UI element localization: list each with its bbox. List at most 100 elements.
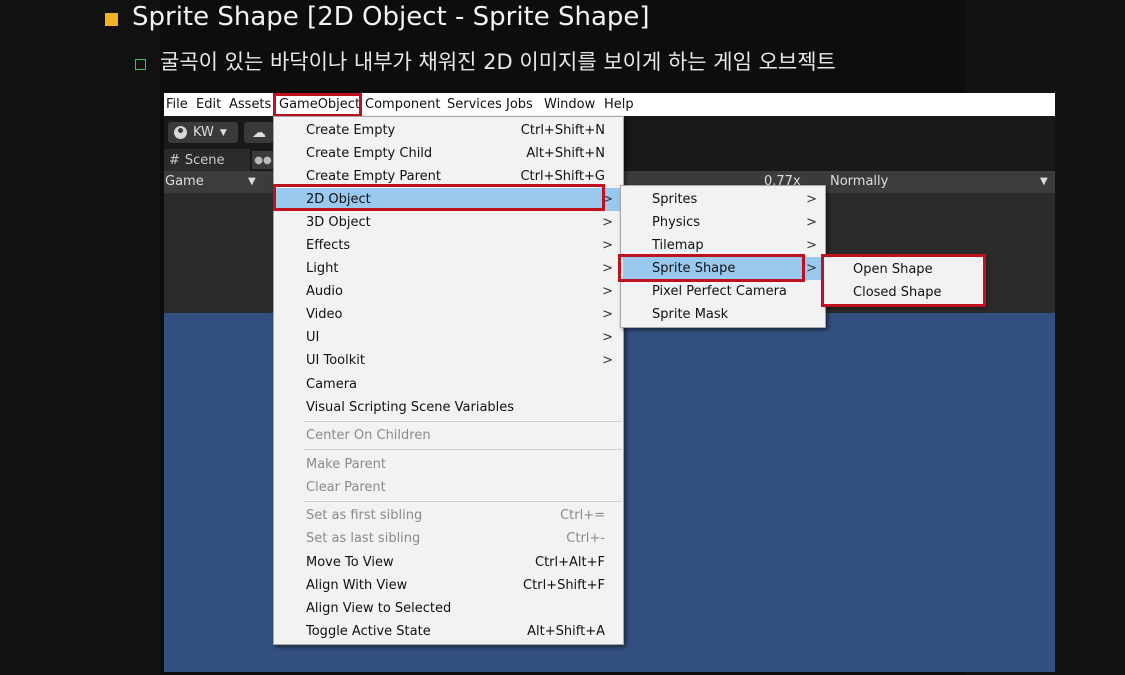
menu-item-create-empty-parent[interactable]: Create Empty Parent Ctrl+Shift+G [274,165,623,188]
menu-item-label: Clear Parent [306,480,386,495]
menu-item-light[interactable]: Light > [274,257,623,280]
chevron-right-icon: > [806,238,817,253]
chevron-right-icon: > [806,215,817,230]
chevron-right-icon: > [602,307,613,322]
menu-edit[interactable]: Edit [194,93,223,116]
menu-help[interactable]: Help [602,93,636,116]
menu-item-clear-parent[interactable]: Clear Parent [274,476,623,499]
menu-item-set-as-last-sibling[interactable]: Set as last sibling Ctrl+- [274,527,623,550]
chevron-down-icon: ▼ [248,176,256,187]
menu-item-audio[interactable]: Audio > [274,280,623,303]
menu-bar: File Edit Assets GameObject Component Se… [164,93,1055,116]
menu-item-move-to-view[interactable]: Move To View Ctrl+Alt+F [274,551,623,574]
chevron-right-icon: > [602,215,613,230]
menu-item-3d-object[interactable]: 3D Object > [274,211,623,234]
menu-item-label: Physics [652,215,701,230]
menu-item-label: 2D Object [306,192,371,207]
menu-item-sprite-mask[interactable]: Sprite Mask [621,303,825,326]
menu-item-label: Video [306,307,343,322]
chevron-right-icon: > [602,238,613,253]
menu-item-effects[interactable]: Effects > [274,234,623,257]
menu-window[interactable]: Window [542,93,597,116]
menu-item-camera[interactable]: Camera [274,373,623,396]
menu-item-label: Set as last sibling [306,531,421,546]
menu-item-toggle-active-state[interactable]: Toggle Active State Alt+Shift+A [274,620,623,643]
menu-item-center-on-children[interactable]: Center On Children [274,424,623,447]
menu-item-create-empty-child[interactable]: Create Empty Child Alt+Shift+N [274,142,623,165]
menu-item-label: 3D Object [306,215,371,230]
chevron-down-icon: ▼ [1040,176,1048,187]
menu-item-label: Pixel Perfect Camera [652,284,787,299]
menu-item-open-shape[interactable]: Open Shape [824,258,983,281]
chevron-right-icon: > [602,330,613,345]
play-mode-dropdown[interactable]: Normally [830,171,888,193]
menu-item-label: Move To View [306,555,394,570]
sprite-shape-submenu: Open Shape Closed Shape [823,256,984,306]
shortcut-label: Ctrl+- [566,531,605,546]
menu-item-ui[interactable]: UI > [274,326,623,349]
shortcut-label: Alt+Shift+N [526,146,605,161]
menu-item-label: Camera [306,377,358,392]
menu-file[interactable]: File [164,93,190,116]
menu-separator [304,449,622,450]
menu-item-pixel-perfect-camera[interactable]: Pixel Perfect Camera [621,280,825,303]
menu-item-physics[interactable]: Physics > [621,211,825,234]
menu-item-label: Closed Shape [853,285,942,300]
chevron-right-icon: > [602,192,613,207]
menu-item-ui-toolkit[interactable]: UI Toolkit > [274,349,623,372]
2d-object-submenu: Sprites > Physics > Tilemap > Sprite Sha… [620,185,826,328]
unity-editor-window: File Edit Assets GameObject Component Se… [164,93,1055,672]
cloud-button[interactable]: ☁ [244,122,274,143]
square-bullet-icon [105,12,118,26]
menu-item-label: Open Shape [853,262,933,277]
menu-jobs[interactable]: Jobs [504,93,535,116]
menu-item-label: Tilemap [652,238,704,253]
menu-item-label: Sprites [652,192,698,207]
menu-item-2d-object[interactable]: 2D Object > [276,188,621,211]
menu-component[interactable]: Component [363,93,442,116]
menu-item-align-with-view[interactable]: Align With View Ctrl+Shift+F [274,574,623,597]
shortcut-label: Ctrl+Shift+G [520,169,605,184]
menu-item-label: Visual Scripting Scene Variables [306,400,515,415]
menu-item-closed-shape[interactable]: Closed Shape [824,281,983,304]
menu-item-label: Effects [306,238,351,253]
menu-item-sprites[interactable]: Sprites > [621,188,825,211]
menu-item-label: Sprite Shape [652,261,736,276]
slide-title: Sprite Shape [2D Object - Sprite Shape] [105,0,650,34]
menu-item-make-parent[interactable]: Make Parent [274,453,623,476]
menu-assets[interactable]: Assets [227,93,273,116]
tab-game[interactable]: ●● [252,151,274,169]
slide-title-text: Sprite Shape [2D Object - Sprite Shape] [132,2,650,32]
menu-item-label: Sprite Mask [652,307,729,322]
chevron-right-icon: > [806,261,817,276]
menu-gameobject[interactable]: GameObject [277,93,362,116]
menu-item-visual-scripting-scene-variables[interactable]: Visual Scripting Scene Variables [274,396,623,419]
menu-separator [304,501,622,502]
menu-item-align-view-to-selected[interactable]: Align View to Selected [274,597,623,620]
menu-item-label: Center On Children [306,428,431,443]
shortcut-label: Ctrl+Shift+N [520,123,605,138]
menu-item-label: UI [306,330,320,345]
menu-item-label: Align With View [306,578,408,593]
chevron-right-icon: > [806,192,817,207]
shortcut-label: Ctrl+Shift+F [523,578,605,593]
slide-subtitle-text: 굴곡이 있는 바닥이나 내부가 채워진 2D 이미지를 보이게 하는 게임 오브… [160,50,836,74]
display-dropdown[interactable]: Game [165,171,204,193]
account-button[interactable]: KW ▼ [168,122,238,143]
shortcut-label: Ctrl+Alt+F [535,555,605,570]
menu-item-create-empty[interactable]: Create Empty Ctrl+Shift+N [274,119,623,142]
account-label: KW [193,125,214,140]
menu-services[interactable]: Services [445,93,504,116]
menu-item-sprite-shape[interactable]: Sprite Shape > [623,257,823,280]
menu-item-label: Create Empty [306,123,396,138]
chevron-right-icon: > [602,284,613,299]
shortcut-label: Alt+Shift+A [527,624,605,639]
menu-item-tilemap[interactable]: Tilemap > [621,234,825,257]
menu-separator [304,421,622,422]
tab-scene[interactable]: # Scene [164,149,250,171]
menu-item-video[interactable]: Video > [274,303,623,326]
bg-left-panel [0,0,160,675]
gameobject-menu: Create Empty Ctrl+Shift+N Create Empty C… [273,116,624,645]
menu-item-set-as-first-sibling[interactable]: Set as first sibling Ctrl+= [274,504,623,527]
menu-item-label: Align View to Selected [306,601,452,616]
